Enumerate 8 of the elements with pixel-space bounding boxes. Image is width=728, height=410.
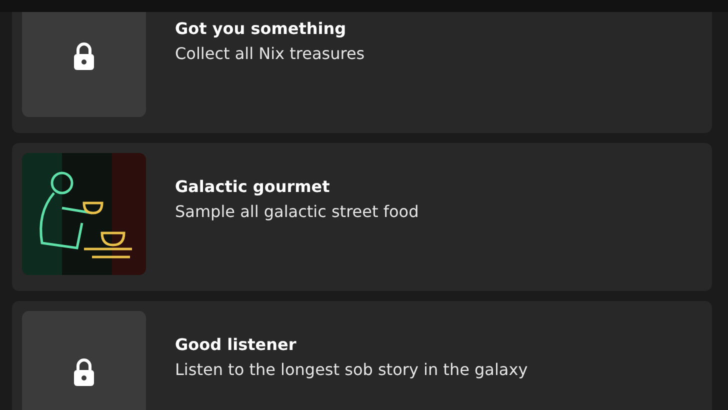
achievement-description: Sample all galactic street food xyxy=(175,202,419,221)
achievement-title: Good listener xyxy=(175,335,298,354)
achievement-description: Listen to the longest sob story in the galaxy xyxy=(175,360,528,379)
achievement-title: Galactic gourmet xyxy=(175,177,331,196)
lock-icon xyxy=(73,42,95,70)
lock-icon xyxy=(73,358,95,386)
achievement-title: Got you something xyxy=(175,19,348,38)
achievement-description: Collect all Nix treasures xyxy=(175,44,365,63)
